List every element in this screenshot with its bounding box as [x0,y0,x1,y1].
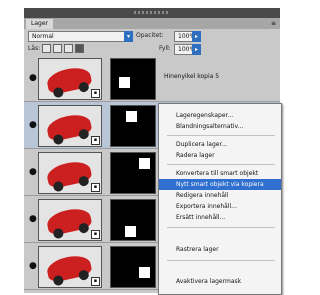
layer-thumbnail[interactable]: ▪ [38,58,102,100]
layer-thumbnail[interactable]: ▪ [38,246,102,288]
layer-thumbnail[interactable]: ▪ [38,152,102,194]
menu-item-convert-smart-object[interactable]: Konvertera till smart objekt [159,168,281,179]
chevron-down-icon: ▾ [124,31,133,42]
eye-icon[interactable]: ● [29,261,37,271]
mask-shape [119,77,130,88]
lock-brush-icon[interactable] [53,44,62,53]
menu-separator [167,227,275,228]
menu-separator [167,164,275,165]
mask-shape [139,267,150,278]
mask-shape [126,111,137,122]
chevron-down-icon: ▸ [192,44,201,55]
opacity-label: Opacitet: [136,32,164,39]
context-menu: Lageregenskaper... Blandningsalternativ.… [158,103,282,295]
menu-item-new-smart-object-via-copy[interactable]: Nytt smart objekt via kopiera [159,179,281,190]
fill-field[interactable]: 100% ▸ [174,44,201,55]
layer-row[interactable]: ● ▪ Hinenyikel kopia 5 [24,55,280,102]
layer-thumbnail[interactable]: ▪ [38,105,102,147]
layer-mask-thumbnail[interactable] [110,105,156,147]
chevron-down-icon: ▸ [192,31,201,42]
lock-transparent-icon[interactable] [42,44,51,53]
motorcycle-image [45,205,93,237]
eye-icon[interactable]: ● [29,214,37,224]
layer-name[interactable]: Hinenyikel kopia 5 [164,73,219,80]
smart-object-icon: ▪ [91,183,100,192]
tab-layers[interactable]: Lager [26,19,53,29]
blend-row: Normal ▾ Opacitet: 100% ▸ [24,29,280,42]
blend-mode-select[interactable]: Normal ▾ [28,31,133,42]
layer-mask-thumbnail[interactable] [110,152,156,194]
smart-object-icon: ▪ [91,136,100,145]
blend-mode-value: Normal [32,33,54,40]
menu-item-delete-layer[interactable]: Radera lager [159,150,281,161]
eye-icon[interactable]: ● [29,167,37,177]
menu-item-duplicate-layer[interactable]: Duplicera lager... [159,139,281,150]
eye-icon[interactable]: ● [29,120,37,130]
opacity-field[interactable]: 100% ▸ [174,31,201,42]
lock-move-icon[interactable] [64,44,73,53]
panel-menu-icon[interactable]: ≡ [271,20,276,27]
panel-titlebar[interactable] [24,8,280,18]
panel-tab-row: Lager ≡ [24,18,280,29]
mask-shape [125,226,136,237]
layer-mask-thumbnail[interactable] [110,199,156,241]
motorcycle-image [45,64,93,96]
menu-item-layer-properties[interactable]: Lageregenskaper... [159,110,281,121]
mask-shape [139,158,150,169]
lock-all-icon[interactable] [75,44,84,53]
menu-item-disable-layer-mask[interactable]: Avaktivera lagermask [159,276,281,287]
menu-separator [167,260,275,261]
layer-mask-thumbnail[interactable] [110,58,156,100]
motorcycle-image [45,158,93,190]
smart-object-icon: ▪ [91,89,100,98]
smart-object-icon: ▪ [91,277,100,286]
motorcycle-image [45,252,93,284]
drag-grip[interactable] [134,11,170,14]
eye-icon[interactable]: ● [29,73,37,83]
menu-item-edit-contents[interactable]: Redigera innehåll [159,190,281,201]
smart-object-icon: ▪ [91,230,100,239]
layer-mask-thumbnail[interactable] [110,246,156,288]
layer-thumbnail[interactable]: ▪ [38,199,102,241]
fill-label: Fyll: [159,45,171,52]
menu-item-export-contents[interactable]: Exportera innehåll... [159,201,281,212]
lock-row: Lås: Fyll: 100% ▸ [24,42,280,55]
lock-label: Lås: [28,45,41,52]
menu-item-blending-options[interactable]: Blandningsalternativ... [159,121,281,132]
menu-item-replace-contents[interactable]: Ersätt innehåll... [159,212,281,223]
motorcycle-image [45,111,93,143]
menu-separator [167,135,275,136]
menu-item-rasterize-layer[interactable]: Rastrera lager [159,244,281,255]
